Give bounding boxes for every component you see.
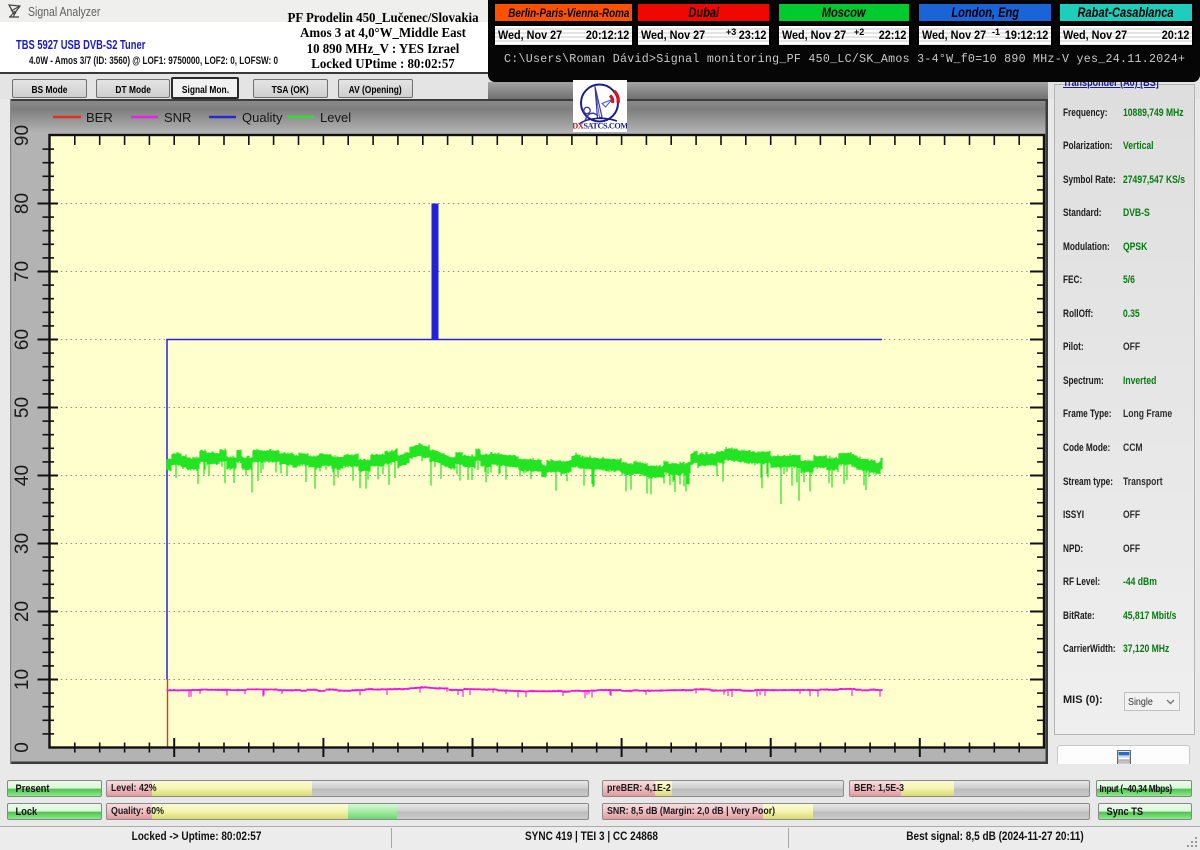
svg-text:40: 40 bbox=[12, 465, 33, 486]
svg-text:80: 80 bbox=[12, 193, 33, 214]
svg-text:DXSATCS.COM: DXSATCS.COM bbox=[573, 122, 627, 131]
svg-text:BER: BER bbox=[86, 110, 113, 125]
svg-text:90: 90 bbox=[12, 125, 33, 146]
svg-text:50: 50 bbox=[12, 397, 33, 418]
svg-text:0: 0 bbox=[12, 742, 33, 753]
svg-text:10: 10 bbox=[12, 669, 33, 690]
svg-text:60: 60 bbox=[12, 329, 33, 350]
svg-text:70: 70 bbox=[12, 261, 33, 282]
svg-text:SNR: SNR bbox=[164, 110, 191, 125]
svg-text:Quality: Quality bbox=[242, 110, 283, 125]
svg-text:30: 30 bbox=[12, 533, 33, 554]
svg-text:Level: Level bbox=[320, 110, 351, 125]
svg-text:20: 20 bbox=[12, 601, 33, 622]
